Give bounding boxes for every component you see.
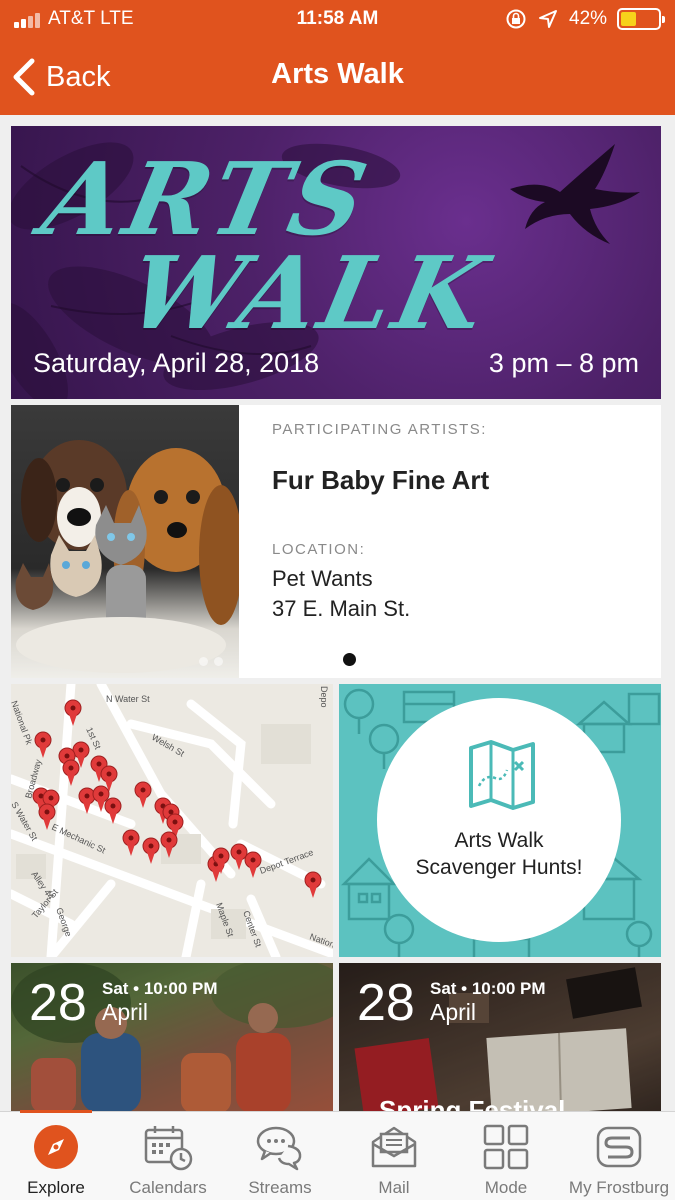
hunt-title-line2: Scavenger Hunts! xyxy=(415,856,583,879)
map-pin-tip xyxy=(309,886,317,898)
street-map-image: N Water St S Water St 1st St Welsh St E … xyxy=(11,684,333,957)
banner-date: Saturday, April 28, 2018 xyxy=(33,348,320,378)
hunt-circle: Arts Walk Scavenger Hunts! xyxy=(377,698,621,942)
map-pin-tip xyxy=(249,866,257,878)
grid-icon xyxy=(483,1124,529,1170)
arts-walk-banner[interactable]: ARTS WALK Saturday, April 28, 2018 3 pm … xyxy=(11,126,661,399)
location-arrow-icon xyxy=(539,10,557,28)
map-pin-tip xyxy=(127,844,135,856)
chevron-left-icon xyxy=(13,58,35,96)
back-button[interactable]: Back xyxy=(10,55,110,99)
map-pin-tip xyxy=(212,870,220,882)
map-pin-dot xyxy=(44,809,50,815)
tab-explore[interactable]: Explore xyxy=(0,1112,112,1200)
street-label: National Pk xyxy=(11,699,34,746)
artist-card[interactable]: PARTICIPATING ARTISTS: Fur Baby Fine Art… xyxy=(11,405,661,678)
map-pin-dot xyxy=(218,853,224,859)
map-pin-dot xyxy=(128,835,134,841)
mail-icon xyxy=(371,1126,417,1168)
rotation-lock-icon xyxy=(506,9,526,29)
carousel-page-dot[interactable] xyxy=(343,653,356,666)
map-pin-dot xyxy=(78,747,84,753)
map-pin-dot xyxy=(70,705,76,711)
compass-icon xyxy=(34,1125,78,1169)
tab-label: Mode xyxy=(484,1178,528,1197)
map-pin-dot xyxy=(250,857,256,863)
location-label: LOCATION: xyxy=(272,541,366,558)
map-pin-dot xyxy=(166,837,172,843)
event-meta: Sat • 10:00 PM xyxy=(430,979,546,998)
map-pin-dot xyxy=(64,753,70,759)
tab-label: Calendars xyxy=(129,1178,207,1197)
map-pin-dot xyxy=(148,843,154,849)
street-label: N Water St xyxy=(106,694,150,704)
pets-painting-illustration xyxy=(15,440,239,673)
map-pin-dot xyxy=(84,793,90,799)
hunt-title-line1: Arts Walk xyxy=(454,829,544,852)
map-pin-tip xyxy=(139,796,147,808)
tab-label: My Frostburg xyxy=(568,1178,670,1197)
arts-walk-map[interactable]: N Water St S Water St 1st St Welsh St E … xyxy=(11,684,333,957)
frostburg-logo-icon xyxy=(596,1126,642,1168)
map-pin-dot xyxy=(168,809,174,815)
photo-page-dots xyxy=(199,657,223,666)
map-pin-dot xyxy=(140,787,146,793)
street-label: Depo xyxy=(319,686,329,708)
participating-artists-label: PARTICIPATING ARTISTS: xyxy=(272,421,487,438)
map-pin-dot xyxy=(236,849,242,855)
map-pin-tip xyxy=(39,746,47,758)
tab-label: Mail xyxy=(378,1178,410,1197)
top-bar: AT&T LTE 11:58 AM 42% Back Arts Walk xyxy=(0,0,675,115)
scavenger-hunt-tile[interactable]: Arts Walk Scavenger Hunts! xyxy=(339,684,661,957)
tab-mode[interactable]: Mode xyxy=(450,1112,562,1200)
tab-label: Streams xyxy=(248,1178,312,1197)
tab-calendars[interactable]: Calendars xyxy=(112,1112,224,1200)
tab-label: Explore xyxy=(27,1178,85,1197)
tab-my-frostburg[interactable]: My Frostburg xyxy=(563,1112,675,1200)
map-pin-dot xyxy=(110,803,116,809)
map-pin-dot xyxy=(96,761,102,767)
event-card[interactable]: 28 Sat • 10:00 PM April xyxy=(11,963,333,1113)
map-pin-dot xyxy=(40,737,46,743)
map-pin-tip xyxy=(147,852,155,864)
map-pin-dot xyxy=(106,771,112,777)
artist-name: Fur Baby Fine Art xyxy=(272,465,490,495)
tab-mail[interactable]: Mail xyxy=(338,1112,450,1200)
location-address: 37 E. Main St. xyxy=(272,596,411,621)
map-pin-dot xyxy=(310,877,316,883)
map-pin-dot xyxy=(172,819,178,825)
bird-silhouette-icon xyxy=(510,144,640,244)
map-pin-dot xyxy=(98,791,104,797)
status-bar: AT&T LTE 11:58 AM 42% xyxy=(0,0,675,38)
calendar-icon xyxy=(144,1126,193,1171)
treasure-map-icon xyxy=(469,740,535,810)
banner-time: 3 pm – 8 pm xyxy=(488,348,639,378)
location-name: Pet Wants xyxy=(272,566,373,591)
event-meta: Sat • 10:00 PM xyxy=(102,979,218,998)
back-label: Back xyxy=(46,60,111,93)
tab-bar: Explore Calendars Streams Mail Mode My F… xyxy=(0,1110,675,1200)
event-month: April xyxy=(430,999,477,1025)
chat-bubbles-icon xyxy=(256,1126,302,1171)
map-pin-dot xyxy=(68,765,74,771)
event-day: 28 xyxy=(29,974,87,1032)
map-pin-tip xyxy=(43,818,51,830)
artist-artwork-image xyxy=(11,405,239,678)
map-pin-tip xyxy=(235,858,243,870)
battery-icon xyxy=(617,8,665,30)
event-card[interactable]: 28 Sat • 10:00 PM April Spring Festival xyxy=(339,963,661,1113)
event-month: April xyxy=(102,999,149,1025)
battery-percent: 42% xyxy=(569,8,608,29)
tab-streams[interactable]: Streams xyxy=(224,1112,336,1200)
event-day: 28 xyxy=(357,974,415,1032)
banner-word-walk: WALK xyxy=(118,234,501,352)
map-pin-dot xyxy=(48,795,54,801)
